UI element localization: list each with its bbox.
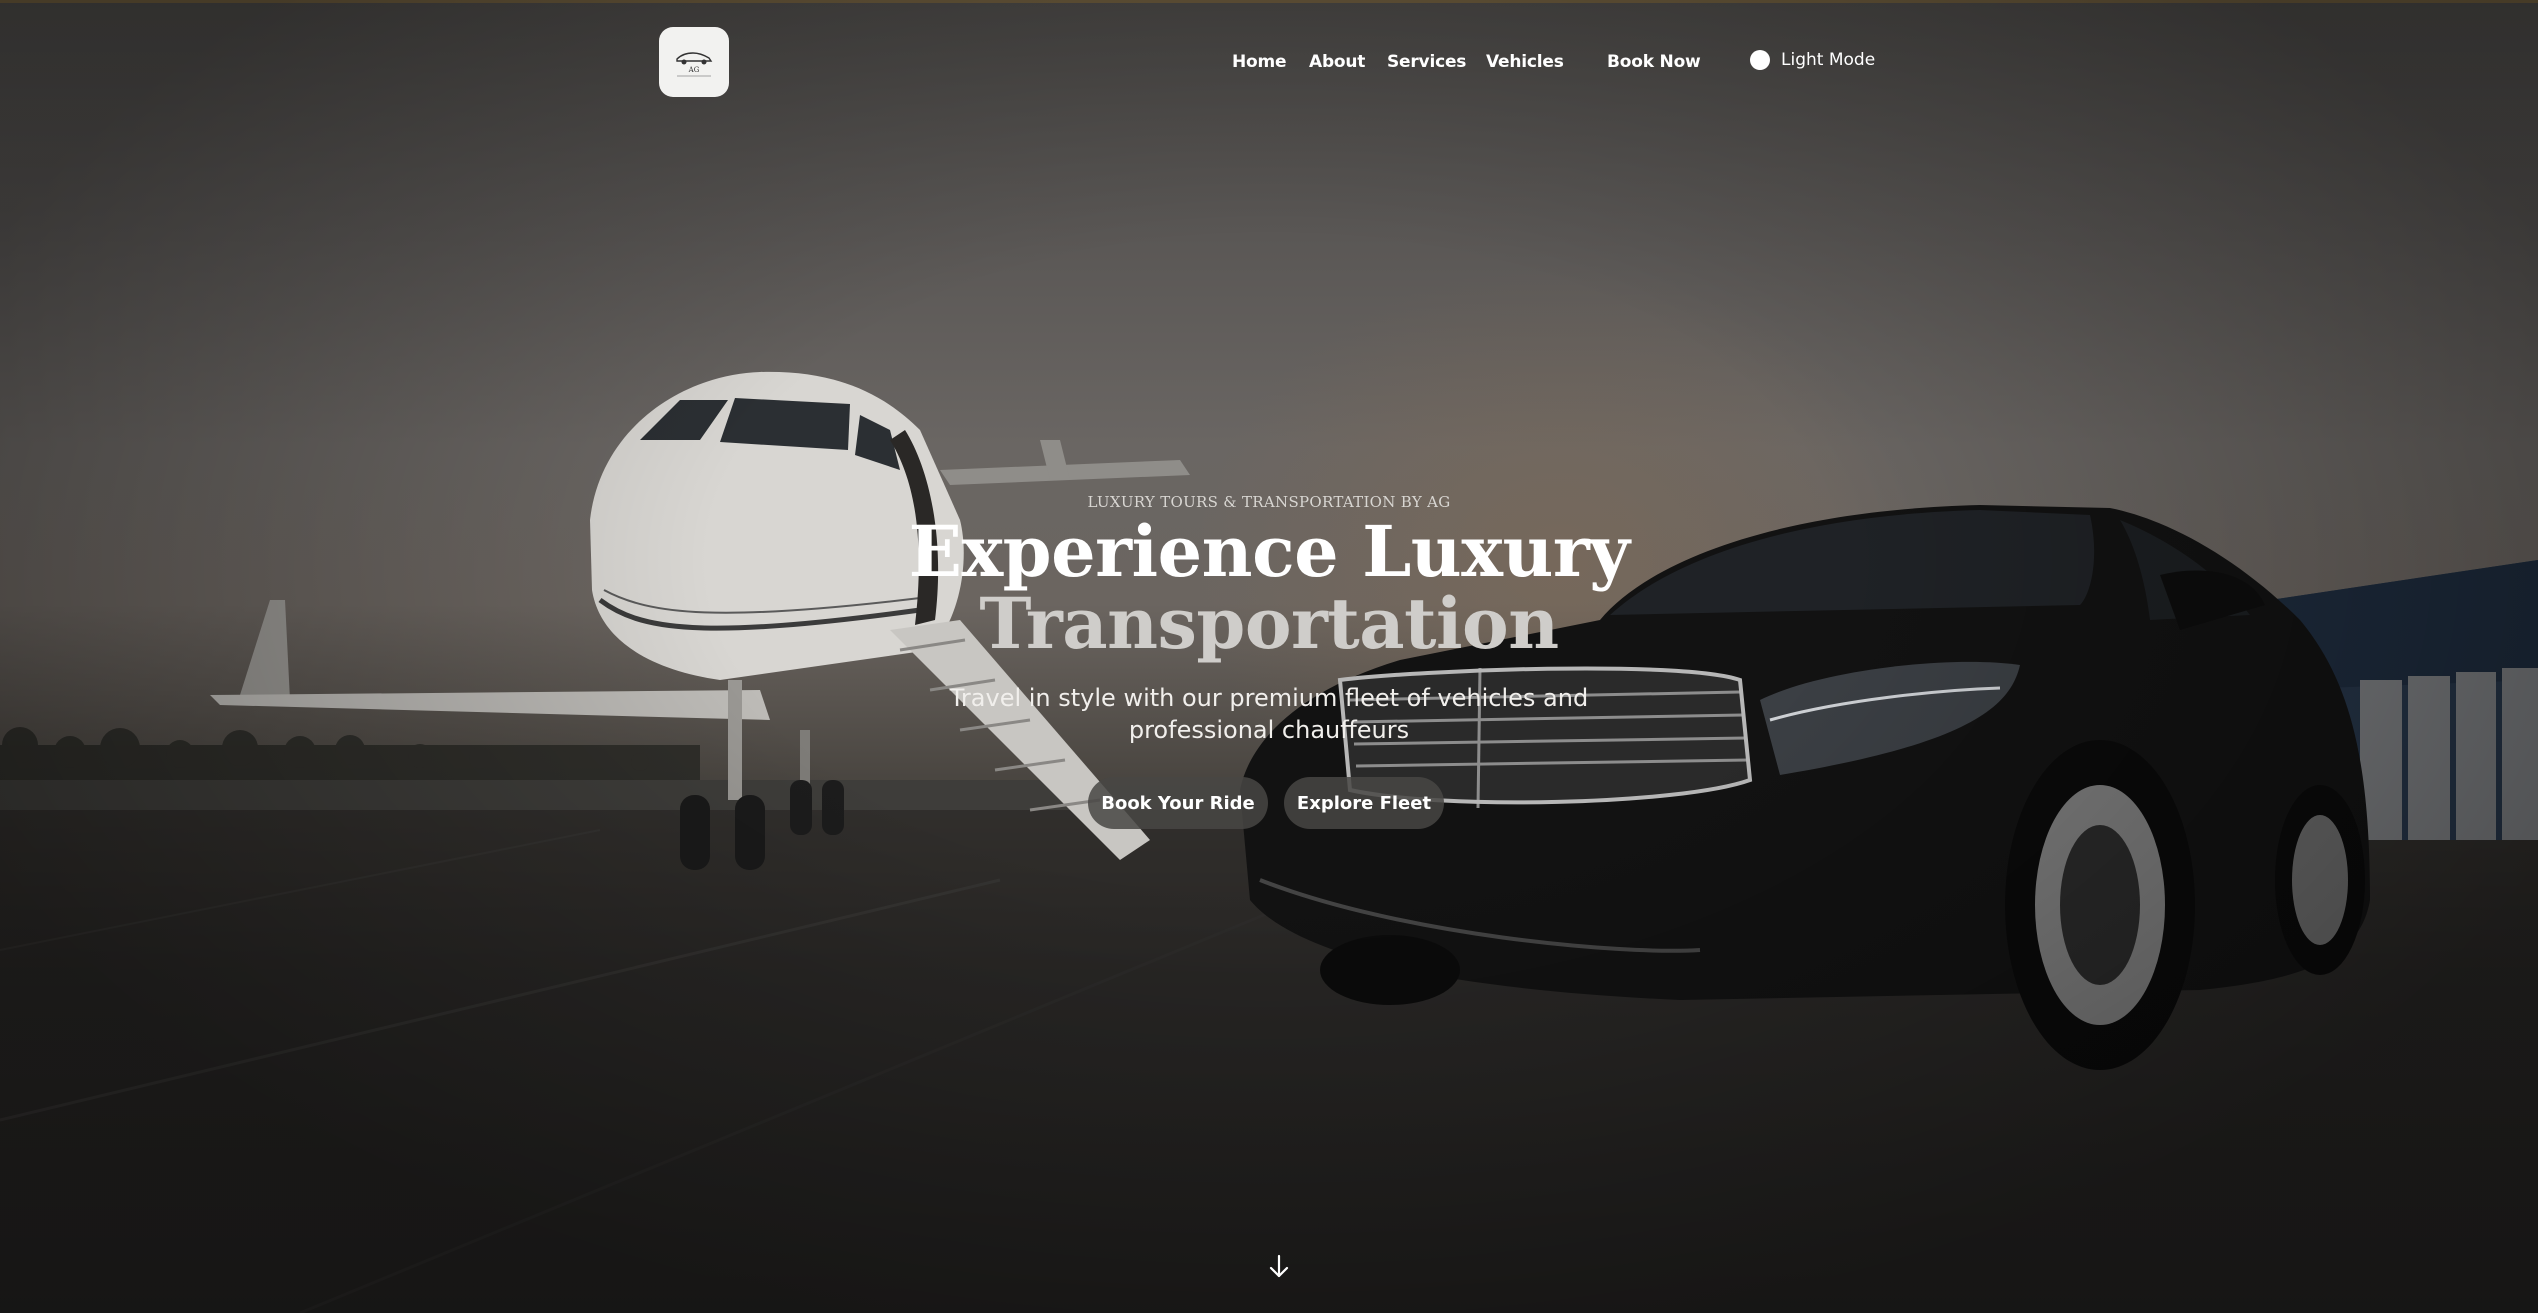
- nav-link-label[interactable]: Vehicles: [1486, 52, 1564, 72]
- nav-vehicles[interactable]: Vehicles: [1486, 50, 1564, 74]
- book-now-button[interactable]: Book Now: [1607, 52, 1701, 72]
- site-logo[interactable]: AG: [659, 27, 729, 97]
- nav-about[interactable]: About: [1309, 50, 1365, 74]
- theme-toggle-label: Light Mode: [1781, 50, 1876, 70]
- logo-text: AG: [688, 66, 700, 74]
- explore-fleet-button[interactable]: Explore Fleet: [1284, 777, 1444, 829]
- book-your-ride-button[interactable]: Book Your Ride: [1088, 777, 1268, 829]
- hero-eyebrow: LUXURY TOURS & TRANSPORTATION BY AG: [1087, 493, 1451, 511]
- hero-title-line1: Experience Luxury: [908, 510, 1630, 593]
- nav-services[interactable]: Services: [1387, 50, 1466, 74]
- nav-link-label[interactable]: Services: [1387, 52, 1466, 72]
- car-logo-icon: AG: [676, 52, 713, 77]
- nav-link-label[interactable]: About: [1309, 52, 1365, 72]
- nav-home[interactable]: Home: [1232, 50, 1287, 74]
- arrow-down-icon[interactable]: [1268, 1254, 1290, 1280]
- hero-title-line2: Transportation: [979, 582, 1559, 665]
- nav-link-label[interactable]: Home: [1232, 52, 1287, 72]
- sun-dot-icon: [1750, 50, 1770, 70]
- hero-subtitle: Travel in style with our premium fleet o…: [949, 684, 1589, 744]
- theme-toggle[interactable]: Light Mode: [1750, 50, 1875, 70]
- nav-book-now[interactable]: Book Now: [1607, 50, 1701, 74]
